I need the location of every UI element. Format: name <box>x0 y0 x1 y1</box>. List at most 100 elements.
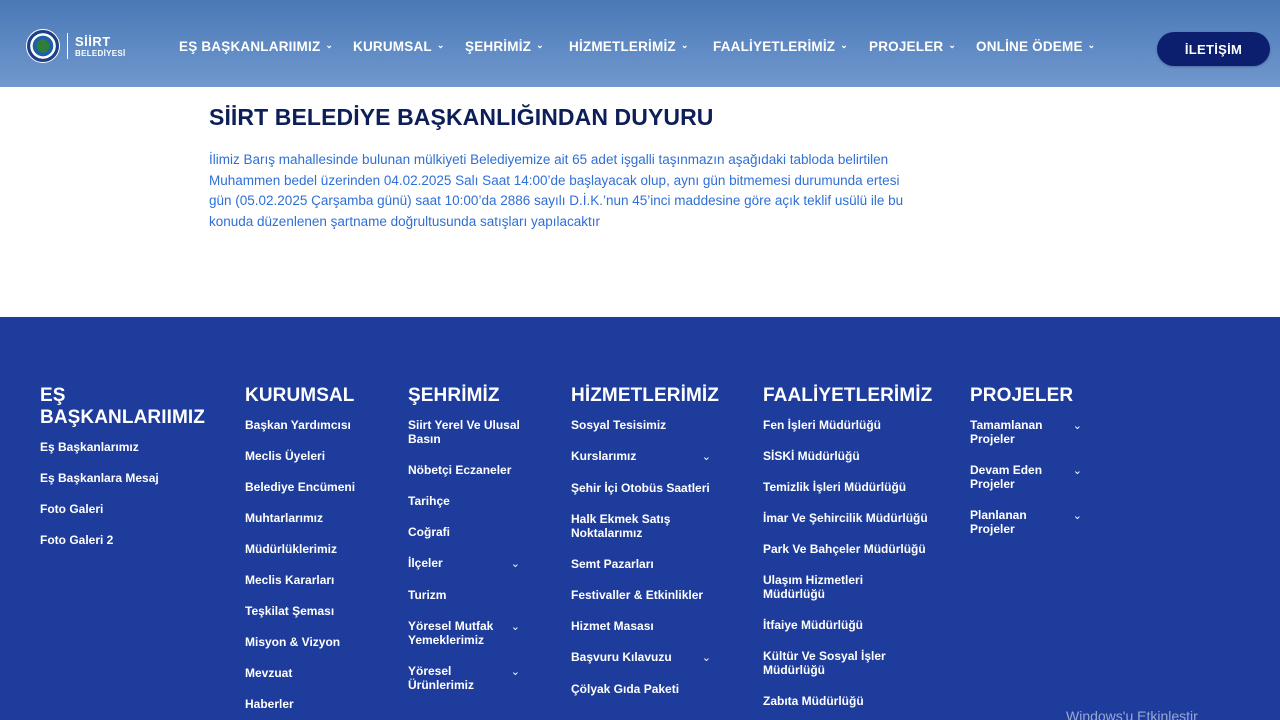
footer-link-label: Başvuru Kılavuzu <box>571 650 672 664</box>
footer-link-ulasim-hizmetleri-mudurlugu[interactable]: Ulaşım Hizmetleri Müdürlüğü <box>763 573 928 601</box>
footer-link-es-baskanlarimiz[interactable]: Eş Başkanlarımız <box>40 440 210 454</box>
footer-link-haberler[interactable]: Haberler <box>245 697 385 711</box>
footer-link-devam-eden-projeler[interactable]: Devam Eden Projeler ⌄ <box>970 463 1082 491</box>
footer-column-title: HİZMETLERİMİZ <box>571 385 720 406</box>
footer-link-siirt-yerel-ve-ulusal-basin[interactable]: Siirt Yerel Ve Ulusal Basın <box>408 418 520 446</box>
nav-item-online-odeme[interactable]: ONLİNE ÖDEME ⌄ <box>976 39 1095 54</box>
footer-link-label: Müdürlüklerimiz <box>245 542 338 556</box>
footer-link-temizlik-isleri-mudurlugu[interactable]: Temizlik İşleri Müdürlüğü <box>763 480 928 494</box>
chevron-down-icon[interactable]: ⌄ <box>1073 419 1082 433</box>
footer-link-cografi[interactable]: Coğrafi <box>408 525 520 539</box>
contact-button[interactable]: İLETİŞİM <box>1157 32 1270 66</box>
footer-link-yoresel-urunlerimiz[interactable]: Yöresel Ürünlerimiz ⌄ <box>408 664 520 692</box>
logo-divider <box>67 33 68 59</box>
nav-label: ONLİNE ÖDEME <box>976 39 1083 54</box>
footer-link-siski-mudurlugu[interactable]: SİSKİ Müdürlüğü <box>763 449 928 463</box>
footer-column-projeler: PROJELER Tamamlanan Projeler ⌄ Devam Eden P… <box>970 385 1082 553</box>
footer-link-fen-isleri-mudurlugu[interactable]: Fen İşleri Müdürlüğü <box>763 418 928 432</box>
footer-link-nobetci-eczaneler[interactable]: Nöbetçi Eczaneler <box>408 463 520 477</box>
footer-link-label: SİSKİ Müdürlüğü <box>763 449 860 463</box>
footer-link-label: Devam Eden Projeler <box>970 463 1043 491</box>
nav-label: HİZMETLERİMİZ <box>569 39 676 54</box>
footer-link-ilceler[interactable]: İlçeler ⌄ <box>408 556 520 571</box>
footer-link-label: Belediye Encümeni <box>245 480 356 494</box>
footer-link-label: Sosyal Tesisimiz <box>571 418 667 432</box>
nav-item-projeler[interactable]: PROJELER ⌄ <box>869 39 956 54</box>
footer-link-mevzuat[interactable]: Mevzuat <box>245 666 385 680</box>
footer-link-imar-ve-sehircilik-mudurlugu[interactable]: İmar Ve Şehircilik Müdürlüğü <box>763 511 928 525</box>
nav-item-hizmetlerimiz[interactable]: HİZMETLERİMİZ ⌄ <box>569 39 689 54</box>
footer-link-misyon-vizyon[interactable]: Misyon & Vizyon <box>245 635 385 649</box>
footer-link-label: Festivaller & Etkinlikler <box>571 588 704 602</box>
footer-link-label: Çölyak Gıda Paketi <box>571 682 680 696</box>
footer-link-label: Siirt Yerel Ve Ulusal Basın <box>408 418 520 446</box>
announcement-body: İlimiz Barış mahallesinde bulunan mülkiy… <box>209 152 904 230</box>
footer-link-sosyal-tesisimiz[interactable]: Sosyal Tesisimiz <box>571 418 711 432</box>
footer-link-colyak-gida-paketi[interactable]: Çölyak Gıda Paketi <box>571 682 711 696</box>
chevron-down-icon[interactable]: ⌄ <box>511 557 520 571</box>
nav-item-faaliyetlerimiz[interactable]: FAALİYETLERİMİZ ⌄ <box>713 39 848 54</box>
footer-link-label: Ulaşım Hizmetleri Müdürlüğü <box>763 573 864 601</box>
footer-link-tarihce[interactable]: Tarihçe <box>408 494 520 508</box>
footer-link-turizm[interactable]: Turizm <box>408 588 520 602</box>
site-footer: EŞ BAŞKANLARIIMIZ Eş Başkanlarımız Eş Başk… <box>0 317 1280 720</box>
footer-link-kurslarimiz[interactable]: Kurslarımız ⌄ <box>571 449 711 464</box>
footer-link-label: İlçeler <box>408 556 443 570</box>
footer-link-sehir-ici-otobus-saatleri[interactable]: Şehir İçi Otobüs Saatleri <box>571 481 711 495</box>
footer-link-belediye-encumeni[interactable]: Belediye Encümeni <box>245 480 385 494</box>
footer-link-foto-galeri-2[interactable]: Foto Galeri 2 <box>40 533 210 547</box>
nav-item-sehrimiz[interactable]: ŞEHRİMİZ ⌄ <box>465 39 544 54</box>
footer-link-baskan-yardimcisi[interactable]: Başkan Yardımcısı <box>245 418 385 432</box>
footer-link-label: Eş Başkanlara Mesaj <box>40 471 159 485</box>
chevron-down-icon[interactable]: ⌄ <box>1073 464 1082 478</box>
footer-link-itfaiye-mudurlugu[interactable]: İtfaiye Müdürlüğü <box>763 618 928 632</box>
footer-link-foto-galeri[interactable]: Foto Galeri <box>40 502 210 516</box>
footer-link-tamamlanan-projeler[interactable]: Tamamlanan Projeler ⌄ <box>970 418 1082 446</box>
logo-text: SİİRT BELEDİYESİ <box>75 35 126 58</box>
footer-link-festivaller-etkinlikler[interactable]: Festivaller & Etkinlikler <box>571 588 711 602</box>
chevron-down-icon: ⌄ <box>840 40 848 50</box>
footer-link-muhtarlarimiz[interactable]: Muhtarlarımız <box>245 511 385 525</box>
footer-link-meclis-kararlari[interactable]: Meclis Kararları <box>245 573 385 587</box>
footer-link-label: Semt Pazarları <box>571 557 654 571</box>
footer-link-semt-pazarlari[interactable]: Semt Pazarları <box>571 557 711 571</box>
chevron-down-icon[interactable]: ⌄ <box>1073 509 1082 523</box>
footer-link-halk-ekmek-satis-noktalarimiz[interactable]: Halk Ekmek Satış Noktalarımız <box>571 512 711 540</box>
footer-link-label: Kurslarımız <box>571 449 637 463</box>
nav-item-kurumsal[interactable]: KURUMSAL ⌄ <box>353 39 445 54</box>
footer-link-planlanan-projeler[interactable]: Planlanan Projeler ⌄ <box>970 508 1082 536</box>
footer-column-kurumsal: KURUMSAL Başkan Yardımcısı Meclis Üyeleri B… <box>245 385 385 720</box>
footer-link-es-baskanlara-mesaj[interactable]: Eş Başkanlara Mesaj <box>40 471 210 485</box>
footer-link-label: Planlanan Projeler <box>970 508 1027 536</box>
chevron-down-icon[interactable]: ⌄ <box>511 665 520 679</box>
footer-link-label: Nöbetçi Eczaneler <box>408 463 512 477</box>
chevron-down-icon[interactable]: ⌄ <box>702 651 711 665</box>
footer-column-sehrimiz: ŞEHRİMİZ Siirt Yerel Ve Ulusal Basın Nöbet… <box>408 385 520 709</box>
chevron-down-icon[interactable]: ⌄ <box>702 450 711 464</box>
footer-link-label: İmar Ve Şehircilik Müdürlüğü <box>763 511 928 525</box>
nav-item-es-baskanlarimiz[interactable]: EŞ BAŞKANLARIIMIZ ⌄ <box>179 39 333 54</box>
footer-link-teskilat-semasi[interactable]: Teşkilat Şeması <box>245 604 385 618</box>
footer-link-meclis-uyeleri[interactable]: Meclis Üyeleri <box>245 449 385 463</box>
footer-link-park-ve-bahceler-mudurlugu[interactable]: Park Ve Bahçeler Müdürlüğü <box>763 542 928 556</box>
logo-line-2: BELEDİYESİ <box>75 48 126 58</box>
os-activation-watermark: Windows'u Etkinleştir <box>1066 708 1198 720</box>
chevron-down-icon[interactable]: ⌄ <box>511 620 520 634</box>
footer-column-title: FAALİYETLERİMİZ <box>763 385 933 406</box>
footer-link-zabita-mudurlugu[interactable]: Zabıta Müdürlüğü <box>763 694 928 708</box>
chevron-down-icon: ⌄ <box>1087 40 1096 50</box>
nav-label: ŞEHRİMİZ <box>465 39 532 54</box>
footer-link-hizmet-masasi[interactable]: Hizmet Masası <box>571 619 711 633</box>
footer-link-label: Başkan Yardımcısı <box>245 418 351 432</box>
footer-link-mudurluklerimiz[interactable]: Müdürlüklerimiz <box>245 542 385 556</box>
footer-link-yoresel-mutfak-yemeklerimiz[interactable]: Yöresel Mutfak Yemeklerimiz ⌄ <box>408 619 520 647</box>
footer-column-title: PROJELER <box>970 385 1074 406</box>
footer-link-label: Foto Galeri 2 <box>40 533 114 547</box>
footer-link-label: Mevzuat <box>245 666 293 680</box>
footer-link-label: Meclis Üyeleri <box>245 449 326 463</box>
site-logo[interactable]: SİİRT BELEDİYESİ <box>26 29 126 63</box>
chevron-down-icon: ⌄ <box>680 40 689 50</box>
footer-link-basvuru-kilavuzu[interactable]: Başvuru Kılavuzu ⌄ <box>571 650 711 665</box>
footer-link-kultur-ve-sosyal-isler-mudurlugu[interactable]: Kültür Ve Sosyal İşler Müdürlüğü <box>763 649 928 677</box>
footer-link-label: Şehir İçi Otobüs Saatleri <box>571 481 710 495</box>
